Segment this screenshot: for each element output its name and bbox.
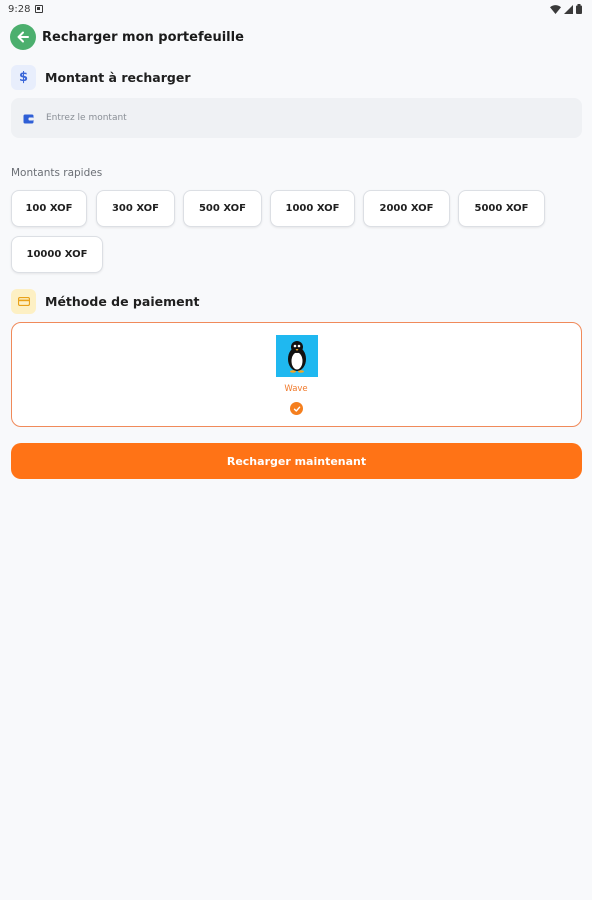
quick-amount-chip[interactable]: 1000 XOF bbox=[270, 190, 355, 227]
recharge-now-button[interactable]: Recharger maintenant bbox=[11, 443, 582, 479]
card-icon bbox=[11, 289, 36, 314]
quick-amounts-label: Montants rapides bbox=[11, 167, 103, 179]
payment-method-name: Wave bbox=[284, 384, 308, 394]
app-header: Recharger mon portefeuille bbox=[10, 24, 244, 50]
quick-amount-chip[interactable]: 500 XOF bbox=[183, 190, 262, 227]
dollar-icon: $ bbox=[11, 65, 36, 90]
amount-section-header: $ Montant à recharger bbox=[11, 65, 191, 90]
wallet-icon bbox=[23, 114, 34, 123]
check-mark-icon bbox=[293, 406, 300, 412]
card-glyph-icon bbox=[17, 297, 30, 306]
notification-icon bbox=[35, 5, 44, 13]
payment-section-header: Méthode de paiement bbox=[11, 289, 199, 314]
status-time: 9:28 bbox=[8, 3, 31, 15]
amount-input[interactable] bbox=[46, 113, 546, 123]
wave-logo bbox=[276, 335, 318, 377]
quick-amount-chip[interactable]: 100 XOF bbox=[11, 190, 87, 227]
penguin-icon bbox=[288, 341, 306, 373]
arrow-left-icon bbox=[17, 31, 29, 43]
battery-icon bbox=[576, 4, 582, 14]
check-circle-icon bbox=[290, 402, 303, 415]
quick-amount-chip[interactable]: 10000 XOF bbox=[11, 236, 103, 273]
payment-method-wave[interactable]: Wave bbox=[11, 322, 582, 427]
back-button[interactable] bbox=[10, 24, 36, 50]
page-title: Recharger mon portefeuille bbox=[42, 29, 244, 45]
wifi-icon bbox=[550, 4, 561, 14]
quick-amount-chip[interactable]: 2000 XOF bbox=[363, 190, 450, 227]
quick-amount-chip[interactable]: 300 XOF bbox=[96, 190, 175, 227]
status-bar: 9:28 bbox=[0, 0, 592, 18]
amount-field[interactable] bbox=[11, 98, 582, 138]
payment-section-title: Méthode de paiement bbox=[45, 294, 200, 309]
amount-section-title: Montant à recharger bbox=[45, 70, 191, 85]
signal-icon bbox=[564, 4, 573, 14]
quick-amount-chip[interactable]: 5000 XOF bbox=[458, 190, 545, 227]
